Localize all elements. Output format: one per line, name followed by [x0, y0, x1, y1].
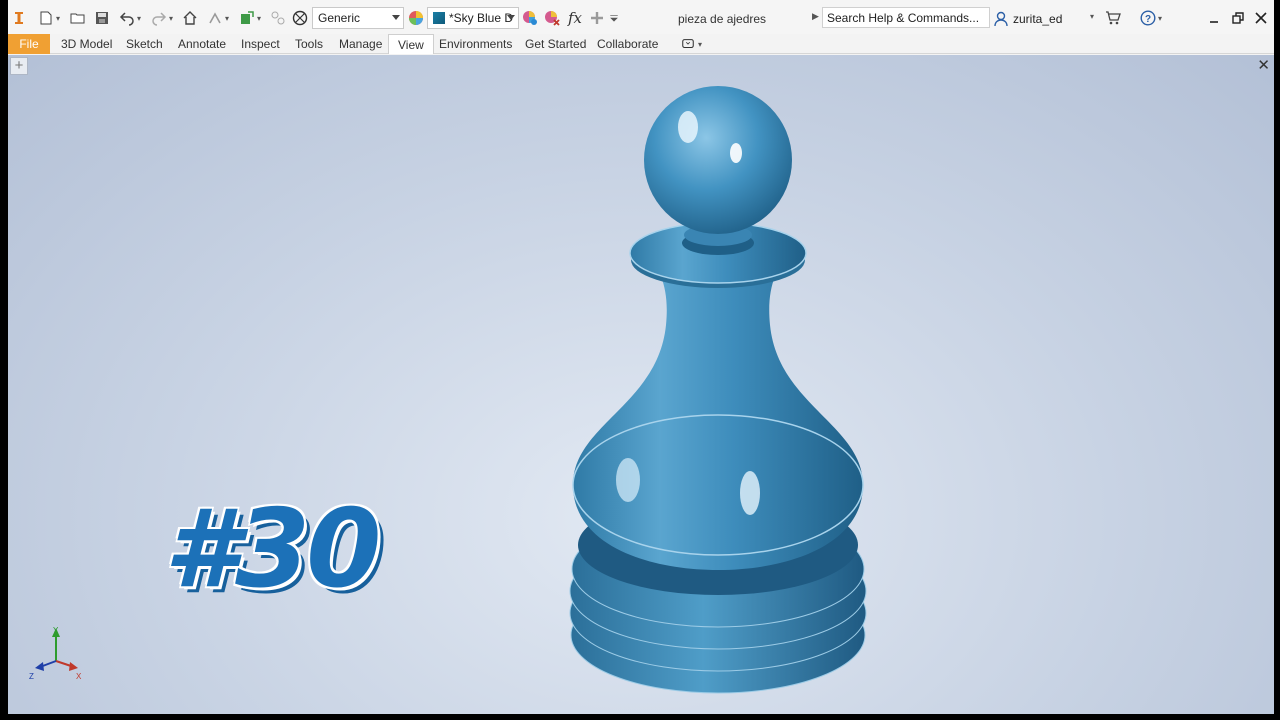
- home-icon[interactable]: [180, 8, 200, 28]
- episode-badge: #30: [164, 487, 381, 612]
- ribbon-tabs: File 3D Model Sketch Annotate Inspect To…: [8, 34, 1274, 54]
- fx-icon[interactable]: fx: [565, 8, 585, 28]
- minimize-icon[interactable]: [1206, 8, 1222, 28]
- app-logo-icon[interactable]: [10, 8, 28, 28]
- user-dropdown-icon[interactable]: ▾: [1090, 12, 1094, 21]
- tab-tools[interactable]: Tools: [286, 34, 332, 54]
- open-icon[interactable]: [68, 8, 88, 28]
- tab-collaborate[interactable]: Collaborate: [588, 34, 667, 54]
- update-icon[interactable]: ▾: [236, 8, 264, 28]
- tab-inspect[interactable]: Inspect: [232, 34, 289, 54]
- triad-y-label: Y: [53, 626, 59, 635]
- material-select[interactable]: Generic: [312, 7, 404, 29]
- close-icon[interactable]: [1253, 8, 1269, 28]
- customize-dropdown-icon[interactable]: [608, 8, 620, 28]
- user-name: zurita_ed: [1013, 12, 1063, 26]
- quick-access-toolbar: ▾ ▾ ▾ ▾ ▾ Generic *Sky Blue D fx pieza d…: [8, 0, 1274, 36]
- tab-3d-model[interactable]: 3D Model: [52, 34, 121, 54]
- plus-icon[interactable]: [588, 8, 606, 28]
- tab-get-started[interactable]: Get Started: [516, 34, 595, 54]
- tab-file[interactable]: File: [8, 34, 50, 54]
- search-input[interactable]: Search Help & Commands...: [822, 7, 990, 28]
- tab-view[interactable]: View: [388, 34, 434, 54]
- svg-text:?: ?: [1145, 14, 1151, 25]
- document-title: pieza de ajedres: [678, 12, 767, 26]
- measure-icon[interactable]: [268, 8, 288, 28]
- material-icon[interactable]: [290, 8, 310, 28]
- user-icon: [994, 11, 1008, 27]
- save-icon[interactable]: [92, 8, 112, 28]
- redo-icon[interactable]: ▾: [148, 8, 176, 28]
- new-icon[interactable]: ▾: [36, 8, 62, 28]
- appearance-color-icon[interactable]: [406, 8, 426, 28]
- triad-z-label: Z: [29, 672, 34, 681]
- tab-environments[interactable]: Environments: [430, 34, 521, 54]
- restore-icon[interactable]: [1230, 8, 1246, 28]
- view-triad[interactable]: Y X Z: [26, 625, 86, 685]
- material-select-value: Generic: [318, 11, 361, 25]
- appearance-select-value: *Sky Blue D: [449, 11, 514, 25]
- chess-pawn-model[interactable]: [548, 75, 888, 714]
- adjust-icon[interactable]: [520, 8, 540, 28]
- inventor-window: ▾ ▾ ▾ ▾ ▾ Generic *Sky Blue D fx pieza d…: [8, 0, 1274, 714]
- undo-icon[interactable]: ▾: [116, 8, 144, 28]
- user-account[interactable]: zurita_ed: [993, 11, 1062, 27]
- clear-appearance-icon[interactable]: [542, 8, 562, 28]
- ribbon-display-toggle[interactable]: ▾: [680, 37, 702, 51]
- help-icon[interactable]: ? ▾: [1136, 8, 1166, 28]
- fx-glyph: fx: [567, 9, 582, 27]
- tab-sketch[interactable]: Sketch: [117, 34, 172, 54]
- tab-manage[interactable]: Manage: [330, 34, 391, 54]
- cart-icon[interactable]: [1103, 8, 1123, 28]
- appearance-select[interactable]: *Sky Blue D: [427, 7, 519, 29]
- add-document-tab-icon[interactable]: +: [10, 57, 28, 75]
- triad-x-label: X: [76, 672, 82, 681]
- appearance-swatch: [433, 12, 445, 24]
- graphics-viewport[interactable]: + ✕ #30 Y X Z: [8, 55, 1274, 714]
- search-expand-icon[interactable]: ▶: [812, 11, 819, 22]
- return-icon[interactable]: ▾: [204, 8, 232, 28]
- viewport-close-icon[interactable]: ✕: [1257, 56, 1270, 74]
- tab-annotate[interactable]: Annotate: [169, 34, 235, 54]
- ribbon-display-icon: [682, 39, 694, 49]
